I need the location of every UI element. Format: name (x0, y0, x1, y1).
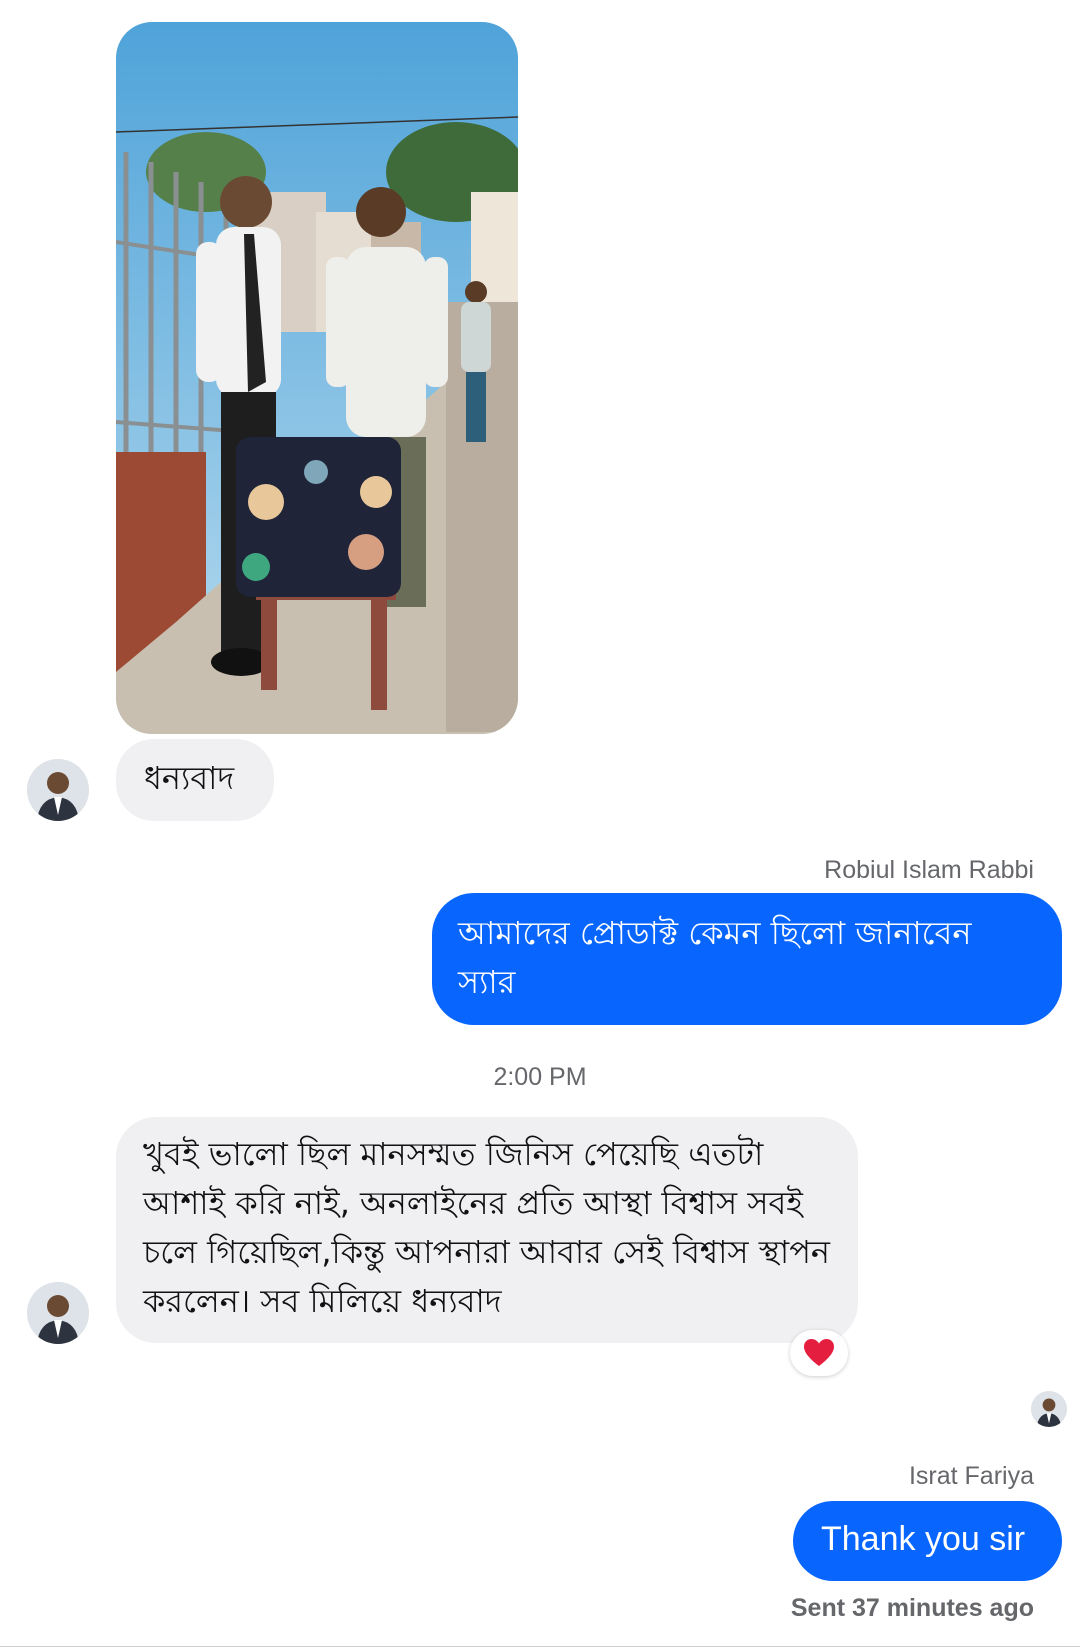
delivery-status: Sent 37 minutes ago (790, 1594, 1034, 1622)
shared-photo-image (116, 22, 518, 734)
person-avatar-icon (27, 759, 89, 821)
incoming-message-bubble[interactable]: ধন্যবাদ (116, 739, 274, 821)
outgoing-message-bubble[interactable]: আমাদের প্রোডাক্ট কেমন ছিলো জানাবেন স্যার (432, 893, 1062, 1025)
message-text: Thank you sir (821, 1520, 1026, 1558)
sender-name: Robiul Islam Rabbi (824, 856, 1034, 884)
message-reaction[interactable] (790, 1330, 848, 1376)
outgoing-message-bubble[interactable]: Thank you sir (793, 1501, 1062, 1581)
message-text: খুবই ভালো ছিল মানসম্মত জিনিস পেয়েছি এতট… (143, 1135, 831, 1320)
seen-by-avatar (1031, 1391, 1067, 1427)
contact-avatar[interactable] (27, 1282, 89, 1344)
divider (0, 1646, 1080, 1647)
person-avatar-icon (27, 1282, 89, 1344)
message-timestamp: 2:00 PM (493, 1063, 587, 1091)
person-avatar-icon (1031, 1391, 1067, 1427)
incoming-message-bubble[interactable]: খুবই ভালো ছিল মানসম্মত জিনিস পেয়েছি এতট… (116, 1117, 858, 1343)
heart-icon (804, 1339, 834, 1366)
sender-name: Israt Fariya (908, 1462, 1034, 1490)
message-text: ধন্যবাদ (144, 759, 235, 797)
message-text: আমাদের প্রোডাক্ট কেমন ছিলো জানাবেন স্যার (458, 914, 972, 1001)
contact-avatar[interactable] (27, 759, 89, 821)
shared-photo[interactable] (116, 22, 518, 734)
